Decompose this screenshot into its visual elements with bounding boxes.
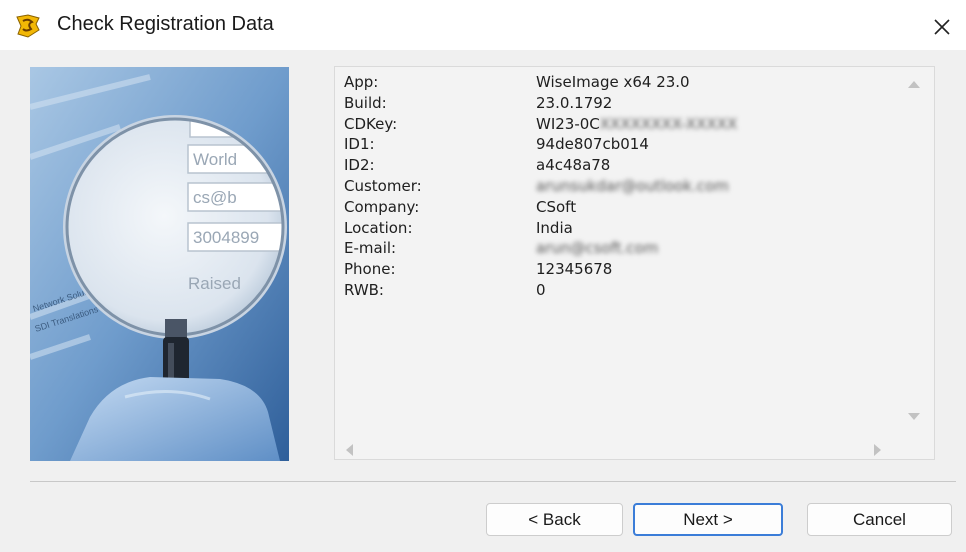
row-value: WiseImage x64 23.0 (536, 73, 690, 91)
wiseimage-logo-icon (16, 14, 40, 38)
row-location: Location: India (344, 218, 737, 239)
horizontal-scrollbar[interactable] (335, 441, 895, 459)
scroll-left-icon[interactable] (344, 443, 354, 457)
row-build: Build: 23.0.1792 (344, 93, 737, 114)
form-field-text: cs@b (193, 188, 237, 207)
form-field-text: Raised (188, 274, 241, 293)
footer-divider (30, 481, 956, 482)
row-label: ID2: (344, 156, 375, 175)
row-label: Company: (344, 197, 420, 216)
row-id2: ID2: a4c48a78 (344, 155, 737, 176)
row-value: 23.0.1792 (536, 93, 613, 112)
vertical-scrollbar[interactable] (894, 67, 934, 443)
row-label: Customer: (344, 176, 422, 195)
scroll-up-icon[interactable] (907, 79, 921, 89)
redacted-text: arunsukdar@outlook.com (536, 176, 729, 195)
title-bar: Check Registration Data (0, 0, 966, 50)
row-customer: Customer: arunsukdar@outlook.com (344, 176, 737, 197)
row-app: App: WiseImage x64 23.0 (344, 72, 737, 93)
next-button[interactable]: Next > (633, 503, 783, 536)
row-label: Build: (344, 93, 387, 112)
cancel-button[interactable]: Cancel (807, 503, 952, 536)
registration-table: App: WiseImage x64 23.0 Build: 23.0.1792… (344, 72, 737, 301)
close-button[interactable] (928, 13, 956, 41)
row-label: E-mail: (344, 239, 397, 258)
row-value: 12345678 (536, 260, 613, 279)
registration-info-panel: App: WiseImage x64 23.0 Build: 23.0.1792… (334, 66, 935, 460)
magnifying-glass-over-form-illustration: Network Solutions SDI Translations World… (30, 67, 289, 461)
cdkey-prefix: WI23-0C (536, 114, 600, 133)
window-title: Check Registration Data (57, 13, 274, 35)
row-value: 0 (536, 280, 546, 299)
row-value: a4c48a78 (536, 156, 611, 175)
form-field-text: 3004899 (193, 228, 259, 247)
wizard-illustration: Network Solutions SDI Translations World… (30, 67, 289, 461)
form-field-text: World (193, 150, 237, 169)
row-label: RWB: (344, 280, 384, 299)
row-value: CSoft (536, 197, 577, 216)
row-label: Phone: (344, 260, 396, 279)
row-label: CDKey: (344, 114, 398, 133)
scroll-down-icon[interactable] (907, 412, 921, 422)
redacted-text: XXXXXXXX-XXXXX (599, 114, 738, 133)
back-button[interactable]: < Back (486, 503, 623, 536)
row-label: Location: (344, 218, 413, 237)
row-id1: ID1: 94de807cb014 (344, 134, 737, 155)
row-phone: Phone: 12345678 (344, 259, 737, 280)
row-cdkey: CDKey: WI23-0CXXXXXXXX-XXXXX (344, 114, 737, 135)
close-icon (934, 19, 950, 35)
scroll-right-icon[interactable] (873, 443, 883, 457)
redacted-text: arun@csoft.com (536, 239, 659, 258)
row-value: India (536, 218, 573, 237)
row-value: 94de807cb014 (536, 135, 649, 154)
row-label: App: (344, 73, 379, 91)
row-email: E-mail: arun@csoft.com (344, 238, 737, 259)
row-company: Company: CSoft (344, 197, 737, 218)
row-value: WI23-0CXXXXXXXX-XXXXX (536, 114, 737, 135)
row-label: ID1: (344, 135, 375, 154)
row-rwb: RWB: 0 (344, 280, 737, 301)
